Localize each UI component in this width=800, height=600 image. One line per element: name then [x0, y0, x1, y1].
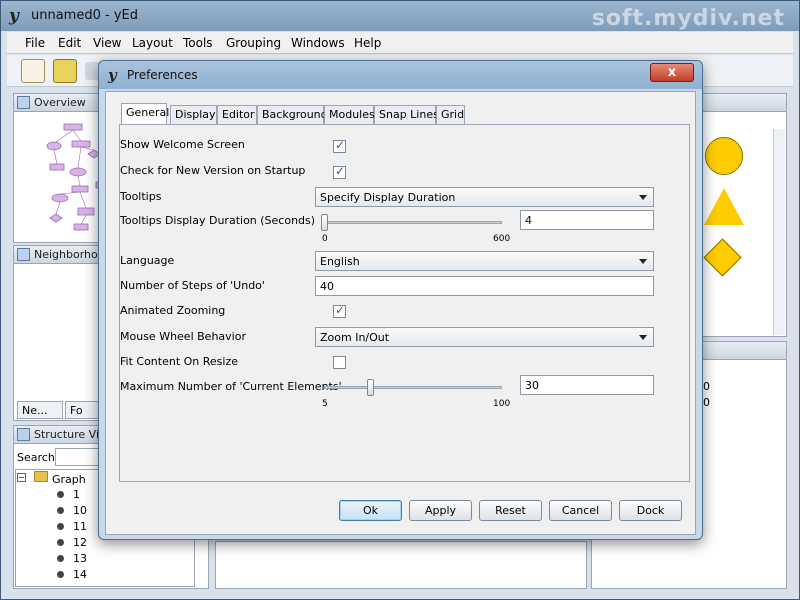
tooltips-label: Tooltips [120, 190, 162, 203]
node-bullet-icon [57, 571, 64, 578]
tooltip-duration-slider-thumb[interactable] [321, 214, 328, 231]
animated-zoom-checkbox[interactable] [333, 303, 346, 318]
yed-logo-icon: y [9, 6, 19, 26]
tab-display[interactable]: Display [170, 105, 217, 124]
search-label: Search [17, 451, 55, 464]
tree-node[interactable]: 11 [73, 520, 87, 533]
check-version-checkbox[interactable] [333, 164, 346, 179]
graph-canvas[interactable] [215, 541, 587, 589]
fit-content-checkbox[interactable] [333, 356, 346, 369]
watermark: soft.mydiv.net [591, 6, 785, 31]
node-bullet-icon [57, 491, 64, 498]
main-titlebar[interactable]: y unnamed0 - yEd soft.mydiv.net [1, 1, 799, 31]
new-document-icon[interactable] [21, 59, 45, 83]
palette-scrollbar[interactable] [773, 129, 785, 335]
property-value: 0 [703, 396, 710, 409]
ok-button[interactable]: Ok [339, 500, 402, 521]
check-version-label: Check for New Version on Startup [120, 164, 306, 177]
tab-editor[interactable]: Editor [217, 105, 257, 124]
max-current-slider[interactable] [324, 386, 502, 389]
fit-content-label: Fit Content On Resize [120, 355, 239, 368]
dock-button[interactable]: Dock [619, 500, 682, 521]
tree-node[interactable]: 12 [73, 536, 87, 549]
tooltips-value: Specify Display Duration [320, 191, 456, 204]
tooltip-duration-max: 600 [493, 234, 511, 244]
folder-icon [34, 471, 48, 482]
menu-grouping[interactable]: Grouping [226, 36, 281, 50]
apply-button[interactable]: Apply [409, 500, 472, 521]
menu-help[interactable]: Help [354, 36, 381, 50]
general-tab-content: Show Welcome Screen Check for New Versio… [119, 124, 690, 482]
property-value: 0 [703, 380, 710, 393]
tab-snap-lines[interactable]: Snap Lines [374, 105, 439, 124]
show-welcome-label: Show Welcome Screen [120, 138, 245, 151]
dialog-titlebar[interactable]: y Preferences x [99, 61, 702, 89]
chevron-down-icon [639, 259, 647, 264]
tab-background[interactable]: Background [257, 105, 328, 124]
show-welcome-checkbox[interactable] [333, 138, 346, 153]
mouse-wheel-value: Zoom In/Out [320, 331, 390, 344]
menu-file[interactable]: File [25, 36, 45, 50]
chevron-down-icon [639, 335, 647, 340]
dialog-body: General Display Editor Background Module… [105, 91, 696, 535]
tree-collapse-icon[interactable]: − [17, 473, 26, 482]
tab-grid[interactable]: Grid [436, 105, 465, 124]
node-bullet-icon [57, 555, 64, 562]
menu-view[interactable]: View [93, 36, 121, 50]
tree-node[interactable]: 14 [73, 568, 87, 581]
max-current-min: 5 [322, 399, 328, 409]
menu-edit[interactable]: Edit [58, 36, 81, 50]
menubar: File Edit View Layout Tools Grouping Win… [7, 32, 793, 54]
close-icon: x [667, 65, 677, 80]
language-value: English [320, 255, 360, 268]
palette-circle-shape[interactable] [705, 137, 743, 175]
preferences-dialog: y Preferences x General Display Editor B… [98, 60, 703, 540]
overview-icon [17, 96, 30, 109]
close-button[interactable]: x [650, 63, 694, 82]
tab-neighborhood[interactable]: Ne... [17, 401, 63, 419]
mouse-wheel-label: Mouse Wheel Behavior [120, 330, 246, 343]
cancel-button[interactable]: Cancel [549, 500, 612, 521]
tooltip-duration-min: 0 [322, 234, 328, 244]
neighborhood-icon [17, 248, 30, 261]
window-title: unnamed0 - yEd [31, 8, 138, 23]
menu-tools[interactable]: Tools [183, 36, 213, 50]
tooltips-select[interactable]: Specify Display Duration [315, 187, 654, 207]
tree-node[interactable]: 13 [73, 552, 87, 565]
max-current-field[interactable]: 30 [520, 375, 654, 395]
tab-general[interactable]: General [121, 103, 169, 125]
language-select[interactable]: English [315, 251, 654, 271]
tree-root-graph[interactable]: Graph [52, 473, 86, 486]
tree-node[interactable]: 10 [73, 504, 87, 517]
overview-title: Overview [34, 96, 86, 109]
node-bullet-icon [57, 539, 64, 546]
palette-triangle-shape[interactable] [704, 188, 744, 225]
max-current-slider-thumb[interactable] [367, 379, 375, 396]
node-bullet-icon [57, 523, 64, 530]
structure-title: Structure Vie [34, 428, 106, 441]
max-current-max: 100 [493, 399, 511, 409]
yed-logo-icon: y [108, 66, 117, 84]
tooltip-duration-label: Tooltips Display Duration (Seconds) [120, 214, 316, 227]
menu-windows[interactable]: Windows [291, 36, 345, 50]
neighborhood-title: Neighborhoo [34, 248, 105, 261]
max-current-label: Maximum Number of 'Current Elements' [120, 380, 342, 393]
tab-folding[interactable]: Fo [65, 401, 99, 419]
tooltip-duration-slider[interactable] [324, 221, 502, 224]
reset-button[interactable]: Reset [479, 500, 542, 521]
tree-node[interactable]: 1 [73, 488, 80, 501]
node-bullet-icon [57, 507, 64, 514]
undo-steps-field[interactable]: 40 [315, 276, 654, 296]
structure-icon [17, 428, 30, 441]
menu-layout[interactable]: Layout [132, 36, 173, 50]
open-folder-icon[interactable] [53, 59, 77, 83]
undo-steps-label: Number of Steps of 'Undo' [120, 279, 265, 292]
language-label: Language [120, 254, 175, 267]
dialog-title: Preferences [127, 68, 198, 82]
animated-zoom-label: Animated Zooming [120, 304, 226, 317]
mouse-wheel-select[interactable]: Zoom In/Out [315, 327, 654, 347]
tab-modules[interactable]: Modules [324, 105, 375, 124]
tooltip-duration-field[interactable]: 4 [520, 210, 654, 230]
chevron-down-icon [639, 195, 647, 200]
